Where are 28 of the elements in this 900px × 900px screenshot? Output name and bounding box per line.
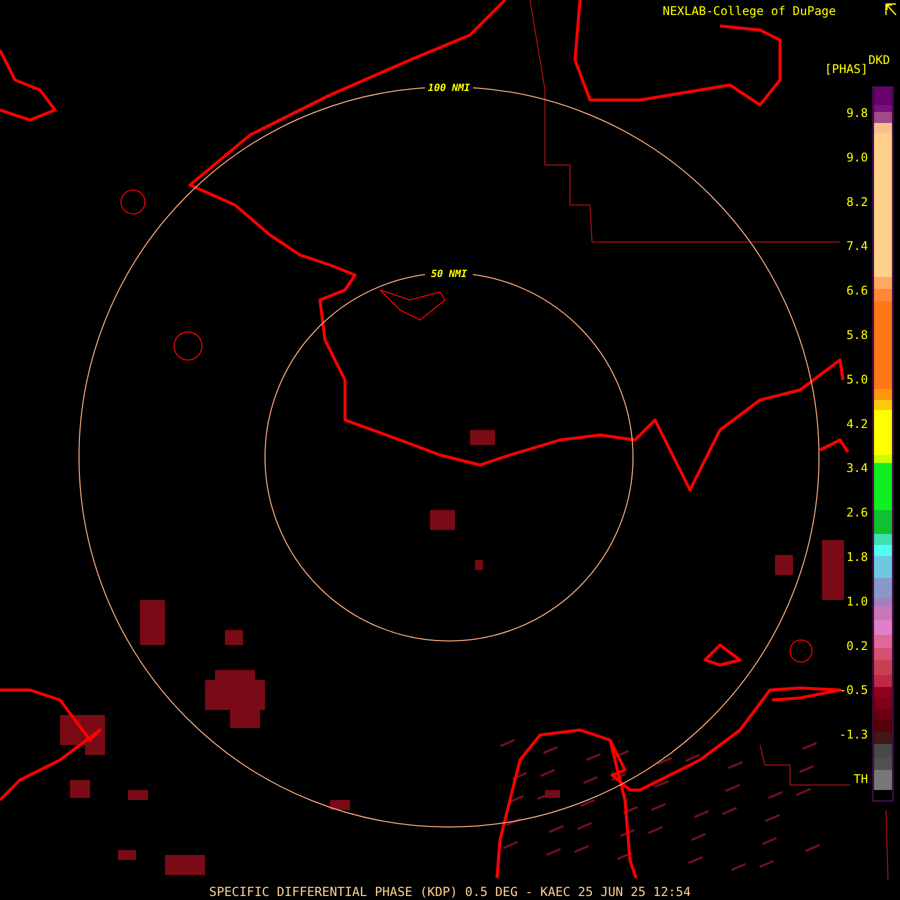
legend-value: 7.4 xyxy=(846,239,868,254)
legend-value: 5.8 xyxy=(846,328,868,342)
corner-arrow-icon xyxy=(885,3,897,16)
legend-product: [PHAS] xyxy=(824,62,868,76)
legend-value: -0.5 xyxy=(839,683,868,698)
lake-outline xyxy=(174,332,202,360)
legend-value: 8.2 xyxy=(846,194,868,209)
legend-value: 9.0 xyxy=(846,150,868,164)
county-line xyxy=(886,810,888,880)
legend-value: -1.3 xyxy=(839,728,868,742)
legend-value: 3.4 xyxy=(846,461,868,476)
legend-value: TH xyxy=(854,772,868,786)
product-title: SPECIFIC DIFFERENTIAL PHASE (KDP) 0.5 DEG - KAEC 25 JUN 25 12:54 xyxy=(209,884,691,899)
legend-value: 0.2 xyxy=(846,638,868,653)
legend-value: 2.6 xyxy=(846,506,868,520)
range-ring-label: 50 NMI xyxy=(430,269,468,280)
legend-value: 4.2 xyxy=(846,416,868,431)
credit-text: NEXLAB-College of DuPage xyxy=(662,4,836,18)
legend-value: 1.8 xyxy=(846,550,868,564)
legend-value: 6.6 xyxy=(846,284,868,298)
lake-outline xyxy=(790,640,812,662)
legend-unit: DKD xyxy=(868,53,890,67)
legend-value: 1.0 xyxy=(846,594,868,608)
legend-value: 5.0 xyxy=(846,372,868,386)
bay-outline xyxy=(380,290,446,321)
lake-outline xyxy=(120,190,146,214)
legend-value: 9.8 xyxy=(846,106,868,120)
range-ring-label: 100 NMI xyxy=(428,83,470,94)
